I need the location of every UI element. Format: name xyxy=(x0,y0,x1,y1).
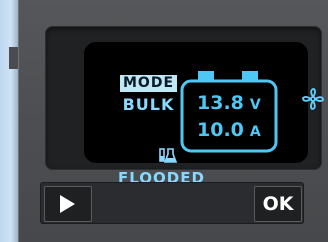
fan-icon xyxy=(302,88,324,110)
background-notch xyxy=(9,47,18,69)
ok-button[interactable]: OK xyxy=(254,186,302,222)
current-unit: A xyxy=(249,124,261,140)
play-icon xyxy=(60,195,75,213)
control-bar: OK xyxy=(40,182,304,224)
voltage-unit: V xyxy=(249,97,261,113)
current-value: 10.0 xyxy=(197,119,244,141)
charger-panel: MODE BULK FLOODED 13.8 V 10.0 A OK xyxy=(18,0,328,242)
voltage-reading: 13.8 V xyxy=(197,92,261,114)
voltage-value: 13.8 xyxy=(197,92,244,114)
current-reading: 10.0 A xyxy=(197,119,261,141)
flask-icon xyxy=(159,148,178,163)
mode-value: BULK xyxy=(122,95,175,114)
play-button[interactable] xyxy=(44,186,92,222)
mode-label: MODE xyxy=(120,75,177,92)
background-edge xyxy=(0,0,18,242)
